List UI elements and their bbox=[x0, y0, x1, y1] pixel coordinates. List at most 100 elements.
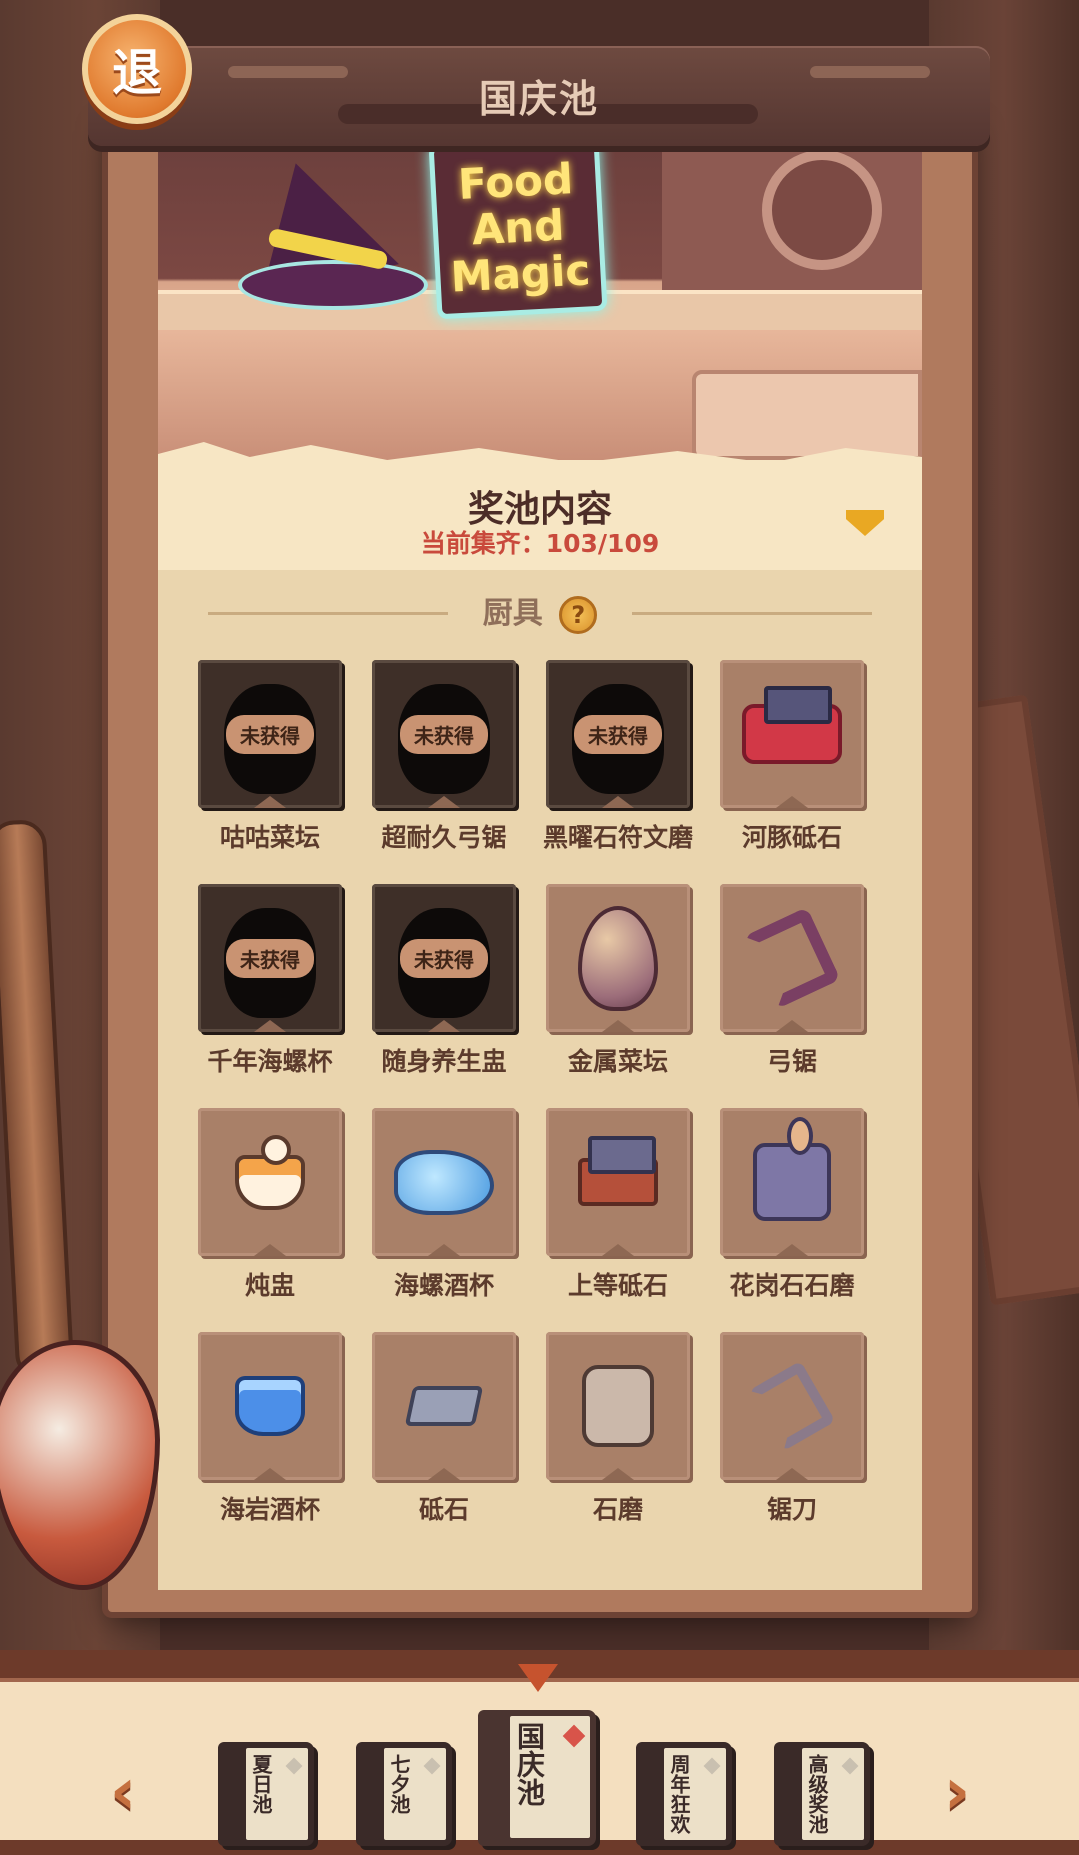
item-name: 咕咕菜坛 bbox=[219, 823, 320, 852]
diamond-icon bbox=[285, 1757, 303, 1775]
item-name: 锯刀 bbox=[766, 1495, 817, 1524]
item-tile[interactable] bbox=[720, 1332, 864, 1480]
item-cell[interactable]: 未获得 咕咕菜坛 bbox=[198, 660, 348, 854]
pool-book-qixi[interactable]: 七夕池 bbox=[356, 1742, 452, 1846]
item-tile[interactable] bbox=[372, 1108, 516, 1256]
rock-cup-icon bbox=[235, 1376, 305, 1436]
item-name: 超耐久弓锯 bbox=[381, 823, 507, 852]
pool-banner: Food And Magic bbox=[158, 130, 922, 460]
bow-saw-icon bbox=[743, 906, 841, 1010]
book-label: 国庆池 bbox=[513, 1722, 546, 1806]
item-name: 弓锯 bbox=[766, 1047, 817, 1076]
book-label: 七夕池 bbox=[387, 1754, 411, 1814]
locked-badge: 未获得 bbox=[400, 714, 488, 754]
item-tile-locked[interactable]: 未获得 bbox=[546, 660, 690, 808]
page-title: 国庆池 bbox=[478, 77, 599, 121]
book-label: 高级奖池 bbox=[805, 1754, 829, 1834]
locked-badge: 未获得 bbox=[226, 938, 314, 978]
item-tile[interactable] bbox=[546, 1108, 690, 1256]
item-tile-locked[interactable]: 未获得 bbox=[372, 884, 516, 1032]
fan-icon bbox=[762, 150, 882, 270]
stone-icon bbox=[404, 1386, 484, 1426]
witch-hat-brim bbox=[238, 260, 428, 310]
item-name: 千年海螺杯 bbox=[207, 1047, 333, 1076]
next-arrow-button[interactable]: › bbox=[930, 1760, 984, 1824]
granite-mill-icon bbox=[753, 1117, 831, 1221]
item-tile[interactable] bbox=[720, 660, 864, 808]
pool-book-summer[interactable]: 夏日池 bbox=[218, 1742, 314, 1846]
bottom-nav: ‹ › 夏日池 七夕池 国庆池 周年狂欢 高级奖池 bbox=[0, 1650, 1079, 1855]
diamond-icon bbox=[703, 1757, 721, 1775]
help-icon[interactable]: ? bbox=[559, 595, 598, 634]
prev-arrow-button[interactable]: ‹ bbox=[96, 1760, 150, 1824]
diamond-icon bbox=[562, 1724, 586, 1748]
item-name: 河豚砥石 bbox=[741, 823, 842, 852]
shell-cup-icon bbox=[394, 1149, 494, 1215]
item-cell[interactable]: 花岗石石磨 bbox=[720, 1108, 870, 1302]
pool-book-anniversary[interactable]: 周年狂欢 bbox=[636, 1742, 732, 1846]
red-oven-icon bbox=[742, 686, 842, 764]
item-tile[interactable] bbox=[198, 1108, 342, 1256]
section-header: 厨具 ? bbox=[158, 588, 922, 638]
book-page: 七夕池 bbox=[384, 1748, 446, 1840]
item-cell[interactable]: 河豚砥石 bbox=[720, 660, 870, 854]
item-tile[interactable] bbox=[720, 1108, 864, 1256]
item-tile[interactable] bbox=[372, 1332, 516, 1480]
item-cell[interactable]: 石磨 bbox=[546, 1332, 696, 1526]
item-cell[interactable]: 未获得 超耐久弓锯 bbox=[372, 660, 522, 854]
book-label: 周年狂欢 bbox=[667, 1754, 691, 1834]
item-cell[interactable]: 未获得 黑曜石符文磨 bbox=[543, 660, 696, 854]
item-cell[interactable]: 海岩酒杯 bbox=[198, 1332, 348, 1526]
book-page: 周年狂欢 bbox=[664, 1748, 726, 1840]
stone-mill-icon bbox=[582, 1365, 654, 1447]
saw-blade-icon bbox=[748, 1360, 836, 1452]
item-tile-locked[interactable]: 未获得 bbox=[372, 660, 516, 808]
item-cell[interactable]: 未获得 千年海螺杯 bbox=[198, 884, 348, 1078]
book-page: 高级奖池 bbox=[802, 1748, 864, 1840]
item-cell[interactable]: 上等砥石 bbox=[546, 1108, 696, 1302]
neon-sign: Food And Magic bbox=[428, 135, 608, 320]
item-name: 海螺酒杯 bbox=[393, 1271, 494, 1300]
sign-line-2: And bbox=[470, 200, 566, 254]
item-tile[interactable] bbox=[546, 884, 690, 1032]
item-cell[interactable]: 弓锯 bbox=[720, 884, 870, 1078]
item-name: 砥石 bbox=[418, 1495, 469, 1524]
scroll-content[interactable]: Food And Magic 奖池内容 当前集齐：103/109 厨具 ? 未获… bbox=[158, 130, 922, 1590]
section-title-wrap: 厨具 ? bbox=[158, 588, 922, 634]
item-name: 金属菜坛 bbox=[567, 1047, 668, 1076]
item-cell[interactable]: 炖盅 bbox=[198, 1108, 348, 1302]
whetstone-icon bbox=[578, 1136, 658, 1206]
locked-badge: 未获得 bbox=[400, 938, 488, 978]
item-cell[interactable]: 海螺酒杯 bbox=[372, 1108, 522, 1302]
diamond-icon bbox=[423, 1757, 441, 1775]
section-kitchenware: 厨具 ? 未获得 咕咕菜坛 未获得 超耐久弓锯 未获得 黑曜石符文磨 河豚砥石 未获得 千年海螺… bbox=[158, 570, 922, 1590]
air-conditioner-icon bbox=[692, 370, 922, 460]
sign-line-3: Magic bbox=[449, 244, 592, 302]
item-cell[interactable]: 砥石 bbox=[372, 1332, 522, 1526]
pool-book-national-day[interactable]: 国庆池 bbox=[478, 1710, 596, 1846]
item-name: 随身养生盅 bbox=[381, 1047, 507, 1076]
item-name: 石磨 bbox=[592, 1495, 643, 1524]
title-bar: 国庆池 bbox=[88, 46, 990, 146]
pool-book-premium[interactable]: 高级奖池 bbox=[774, 1742, 870, 1846]
item-tile[interactable] bbox=[546, 1332, 690, 1480]
item-cell[interactable]: 金属菜坛 bbox=[546, 884, 696, 1078]
locked-badge: 未获得 bbox=[574, 714, 662, 754]
item-tile-locked[interactable]: 未获得 bbox=[198, 660, 342, 808]
bottom-nav-panel: ‹ › 夏日池 七夕池 国庆池 周年狂欢 高级奖池 bbox=[0, 1678, 1079, 1846]
pool-header: 奖池内容 当前集齐：103/109 bbox=[158, 460, 922, 570]
book-page: 夏日池 bbox=[246, 1748, 308, 1840]
item-name: 海岩酒杯 bbox=[219, 1495, 320, 1524]
exit-button[interactable]: 退 bbox=[82, 14, 192, 124]
item-grid: 未获得 咕咕菜坛 未获得 超耐久弓锯 未获得 黑曜石符文磨 河豚砥石 未获得 千年海螺杯 未获得随… bbox=[198, 660, 908, 1526]
item-cell[interactable]: 未获得 随身养生盅 bbox=[372, 884, 522, 1078]
book-label: 夏日池 bbox=[249, 1754, 273, 1814]
locked-badge: 未获得 bbox=[226, 714, 314, 754]
item-tile[interactable] bbox=[198, 1332, 342, 1480]
egg-jar-icon bbox=[578, 905, 658, 1011]
item-tile[interactable] bbox=[720, 884, 864, 1032]
item-tile-locked[interactable]: 未获得 bbox=[198, 884, 342, 1032]
item-name: 上等砥石 bbox=[567, 1271, 668, 1300]
diamond-icon bbox=[841, 1757, 859, 1775]
item-cell[interactable]: 锯刀 bbox=[720, 1332, 870, 1526]
